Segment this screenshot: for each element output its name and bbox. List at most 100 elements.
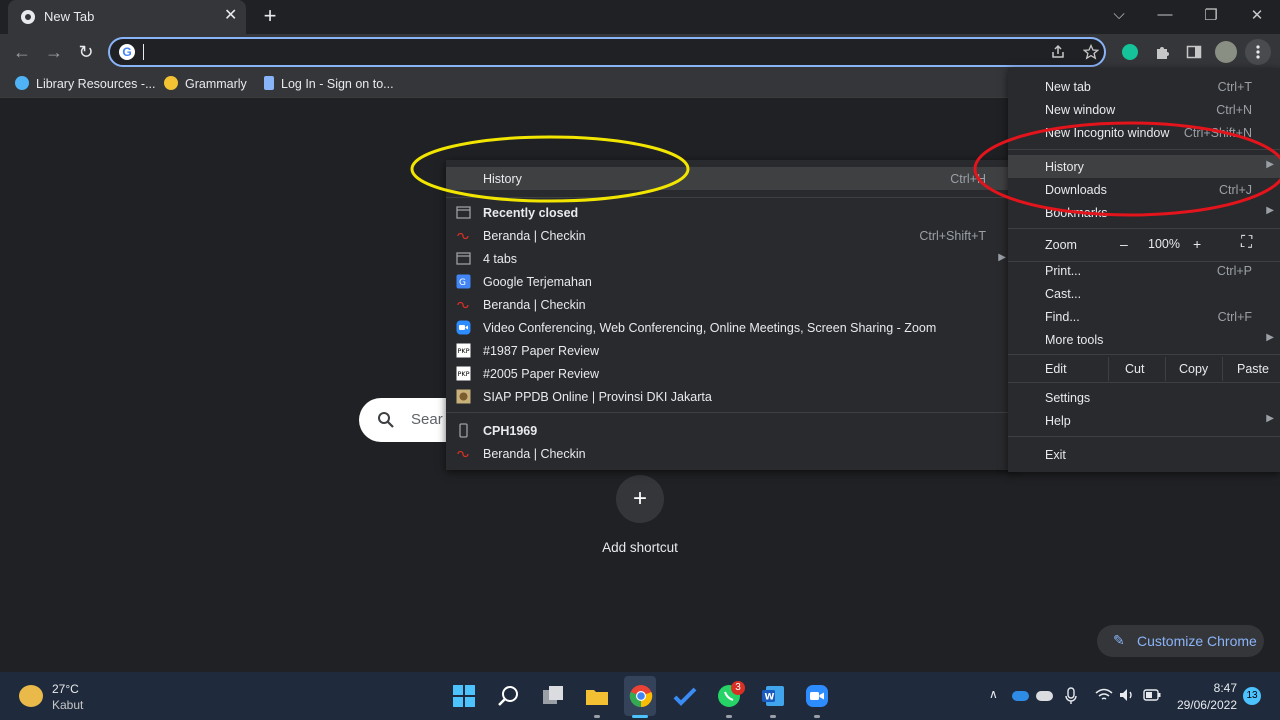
menu-shortcut: Ctrl+F bbox=[1217, 310, 1252, 324]
forward-button[interactable]: → bbox=[43, 41, 65, 63]
address-bar[interactable]: G bbox=[108, 37, 1106, 67]
zoom-taskbar-icon[interactable] bbox=[805, 684, 829, 708]
paste-button[interactable]: Paste bbox=[1237, 362, 1269, 376]
divider bbox=[1222, 357, 1223, 381]
cloud-icon bbox=[15, 76, 29, 90]
menu-item-exit[interactable]: Exit bbox=[1008, 443, 1280, 466]
history-item[interactable]: Video Conferencing, Web Conferencing, On… bbox=[446, 316, 1014, 339]
clock-date[interactable]: 29/06/2022 bbox=[1170, 698, 1237, 712]
history-item[interactable]: SIAP PPDB Online | Provinsi DKI Jakarta bbox=[446, 385, 1014, 408]
tab-search-icon[interactable]: ⌵ bbox=[1109, 6, 1129, 23]
close-window-button[interactable]: ✕ bbox=[1247, 6, 1267, 24]
cut-button[interactable]: Cut bbox=[1125, 362, 1144, 376]
minimize-button[interactable]: — bbox=[1155, 6, 1175, 23]
svg-text:PKP: PKP bbox=[458, 347, 470, 355]
back-button[interactable]: ← bbox=[11, 41, 33, 63]
add-shortcut-label[interactable]: Add shortcut bbox=[570, 540, 710, 555]
zoom-in-button[interactable]: + bbox=[1193, 236, 1201, 252]
divider bbox=[1165, 357, 1166, 381]
side-panel-icon[interactable] bbox=[1186, 44, 1202, 60]
wifi-icon[interactable] bbox=[1095, 688, 1113, 702]
clock-time[interactable]: 8:47 bbox=[1175, 681, 1237, 695]
menu-item-new-window[interactable]: New window Ctrl+N bbox=[1008, 98, 1280, 121]
share-icon[interactable] bbox=[1050, 44, 1066, 60]
menu-label: Print... bbox=[1045, 264, 1082, 278]
extensions-icon[interactable] bbox=[1154, 44, 1170, 60]
reopen-shortcut: Ctrl+Shift+T bbox=[919, 229, 986, 243]
onedrive-icon[interactable] bbox=[1012, 691, 1029, 701]
file-explorer-icon[interactable] bbox=[585, 684, 609, 708]
menu-label: Zoom bbox=[1045, 238, 1077, 252]
chevron-up-icon[interactable]: ∧ bbox=[989, 687, 998, 701]
history-item-label: Beranda | Checkin bbox=[483, 298, 586, 312]
weather-temp[interactable]: 27°C bbox=[52, 682, 79, 696]
avatar[interactable] bbox=[1215, 41, 1237, 63]
grammarly-extension-icon[interactable] bbox=[1122, 44, 1138, 60]
close-tab-icon[interactable]: ✕ bbox=[224, 7, 237, 25]
word-icon[interactable]: W bbox=[761, 684, 785, 708]
search-icon bbox=[378, 412, 394, 428]
grammarly-icon bbox=[164, 76, 178, 90]
divider bbox=[1008, 149, 1280, 150]
submenu-arrow-icon: ▶ bbox=[1266, 413, 1274, 424]
fullscreen-icon[interactable]: ⛶ bbox=[1241, 234, 1252, 252]
reload-button[interactable]: ↻ bbox=[75, 41, 97, 63]
customize-label: Customize Chrome bbox=[1137, 633, 1257, 649]
recently-closed-label: Recently closed bbox=[483, 206, 579, 220]
menu-item-new-tab[interactable]: New tab Ctrl+T bbox=[1008, 75, 1280, 98]
history-item[interactable]: Beranda | Checkin bbox=[446, 293, 1014, 316]
zoom-out-button[interactable]: – bbox=[1120, 236, 1128, 252]
bookmark-grammarly[interactable]: Grammarly bbox=[164, 76, 247, 91]
menu-label: New window bbox=[1045, 103, 1116, 117]
cloud-icon[interactable] bbox=[1036, 691, 1053, 701]
windows-start-icon[interactable] bbox=[452, 684, 476, 708]
bookmark-library-resources[interactable]: Library Resources -... bbox=[15, 76, 155, 91]
menu-item-cast[interactable]: Cast... bbox=[1008, 282, 1280, 305]
history-item[interactable]: PKP #2005 Paper Review bbox=[446, 362, 1014, 385]
todo-icon[interactable] bbox=[673, 684, 697, 708]
notification-count-badge[interactable]: 13 bbox=[1243, 687, 1261, 705]
menu-item-bookmarks[interactable]: Bookmarks ▶ bbox=[1008, 201, 1280, 224]
menu-item-history[interactable]: History ▶ bbox=[1008, 155, 1280, 178]
menu-label: History bbox=[1045, 160, 1084, 174]
history-item[interactable]: G Google Terjemahan bbox=[446, 270, 1014, 293]
text-caret bbox=[143, 44, 144, 60]
chrome-taskbar-icon[interactable] bbox=[629, 684, 653, 708]
history-shortcut: Ctrl+H bbox=[950, 172, 986, 186]
history-item[interactable]: PKP #1987 Paper Review bbox=[446, 339, 1014, 362]
menu-item-more-tools[interactable]: More tools ▶ bbox=[1008, 328, 1280, 351]
menu-item-settings[interactable]: Settings bbox=[1008, 386, 1280, 409]
pen-icon bbox=[264, 76, 274, 90]
history-submenu: History Ctrl+H Recently closed Beranda |… bbox=[446, 160, 1014, 470]
menu-item-downloads[interactable]: Downloads Ctrl+J bbox=[1008, 178, 1280, 201]
history-menu-item[interactable]: History Ctrl+H bbox=[446, 167, 1014, 190]
history-label: History bbox=[483, 172, 522, 186]
search-icon[interactable] bbox=[497, 684, 521, 708]
customize-chrome-button[interactable]: ✎ Customize Chrome bbox=[1097, 625, 1264, 657]
menu-label: Edit bbox=[1045, 362, 1067, 376]
restore-button[interactable]: ❐ bbox=[1201, 6, 1221, 24]
add-shortcut-button[interactable]: + bbox=[616, 475, 664, 523]
menu-shortcut: Ctrl+Shift+N bbox=[1183, 126, 1252, 140]
new-tab-button[interactable]: + bbox=[258, 5, 282, 27]
copy-button[interactable]: Copy bbox=[1179, 362, 1208, 376]
menu-item-find[interactable]: Find... Ctrl+F bbox=[1008, 305, 1280, 328]
divider bbox=[1008, 228, 1280, 229]
tab-new-tab[interactable]: New Tab ✕ bbox=[8, 0, 246, 34]
battery-icon[interactable] bbox=[1143, 689, 1161, 701]
task-view-icon[interactable] bbox=[541, 684, 565, 708]
notification-badge: 3 bbox=[731, 681, 745, 695]
bookmark-star-icon[interactable] bbox=[1083, 44, 1099, 60]
history-item[interactable]: Beranda | Checkin Ctrl+Shift+T bbox=[446, 224, 1014, 247]
microphone-icon[interactable] bbox=[1064, 687, 1078, 705]
history-item[interactable]: 4 tabs ▶ bbox=[446, 247, 1014, 270]
menu-item-print[interactable]: Print... Ctrl+P bbox=[1008, 259, 1280, 282]
menu-item-help[interactable]: Help ▶ bbox=[1008, 409, 1280, 432]
translate-icon: G bbox=[456, 274, 471, 289]
history-item[interactable]: Beranda | Checkin bbox=[446, 442, 1014, 465]
history-item-label: #1987 Paper Review bbox=[483, 344, 600, 358]
menu-label: Help bbox=[1045, 414, 1071, 428]
menu-item-new-incognito-window[interactable]: New Incognito window Ctrl+Shift+N bbox=[1008, 121, 1280, 144]
volume-icon[interactable] bbox=[1119, 688, 1135, 702]
bookmark-log-in[interactable]: Log In - Sign on to... bbox=[264, 76, 394, 91]
